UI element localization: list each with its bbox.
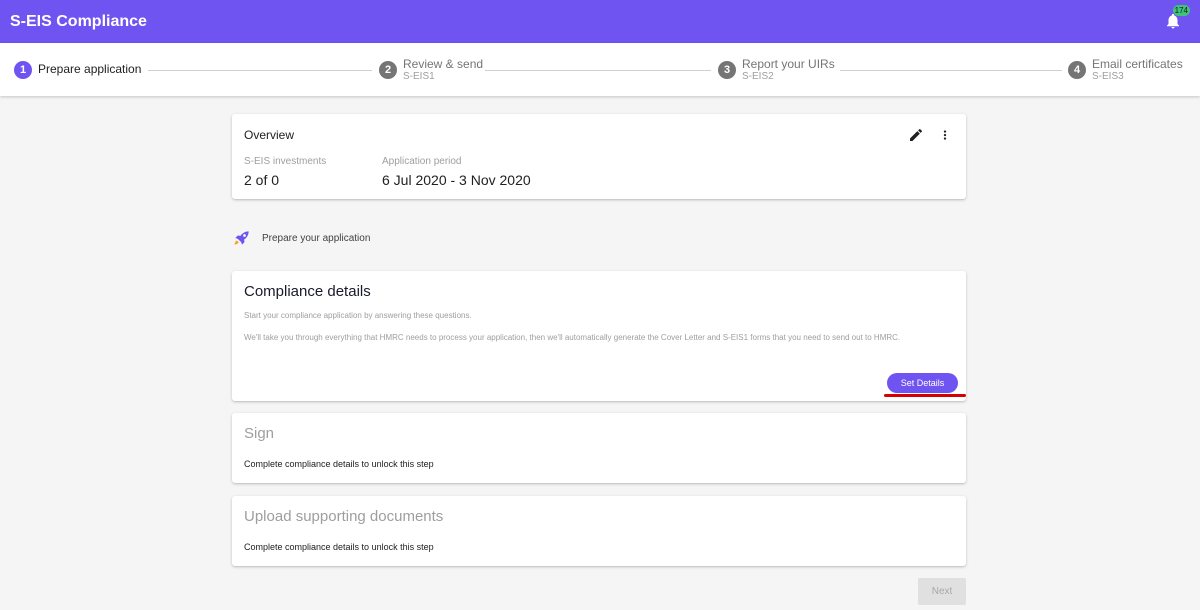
investments-value: 2 of 0: [244, 172, 280, 188]
step-sublabel: S-EIS1: [403, 70, 435, 82]
rocket-icon: [232, 228, 252, 248]
sign-card: Sign Complete compliance details to unlo…: [232, 413, 966, 483]
compliance-description-text: We'll take you through everything that H…: [244, 333, 901, 342]
step-number: 2: [379, 60, 397, 79]
step-connector: [840, 70, 1062, 71]
overview-card: Overview S-EIS investments 2 of 0 Applic…: [232, 114, 966, 199]
step-connector: [148, 70, 372, 71]
period-value: 6 Jul 2020 - 3 Nov 2020: [382, 172, 531, 188]
more-vert-icon[interactable]: [938, 126, 952, 144]
app-bar: S-EIS Compliance 174: [0, 0, 1200, 43]
step-label: Prepare application: [38, 62, 142, 76]
step-connector: [485, 70, 711, 71]
next-button[interactable]: Next: [918, 578, 966, 605]
step-sublabel: S-EIS3: [1092, 70, 1124, 82]
upload-locked-text: Complete compliance details to unlock th…: [244, 542, 434, 552]
step-prepare-application[interactable]: 1 Prepare application: [14, 43, 141, 96]
step-label: Report your UIRs: [742, 56, 835, 71]
compliance-intro-text: Start your compliance application by ans…: [244, 311, 472, 320]
step-number: 4: [1068, 60, 1086, 79]
highlight-underline: [884, 394, 966, 397]
upload-heading: Upload supporting documents: [244, 508, 444, 525]
prepare-section-header: Prepare your application: [232, 228, 370, 248]
sign-locked-text: Complete compliance details to unlock th…: [244, 459, 434, 469]
step-review-send[interactable]: 2 Review & send S-EIS1: [379, 43, 483, 96]
step-number: 1: [14, 60, 32, 79]
step-label: Review & send: [403, 56, 484, 71]
progress-stepper: 1 Prepare application 2 Review & send S-…: [0, 43, 1200, 96]
investments-label: S-EIS investments: [244, 156, 327, 167]
step-number: 3: [718, 60, 736, 79]
app-title: S-EIS Compliance: [10, 12, 147, 30]
upload-documents-card: Upload supporting documents Complete com…: [232, 496, 966, 566]
sign-heading: Sign: [244, 425, 275, 442]
step-sublabel: S-EIS2: [742, 70, 774, 82]
step-email-certificates[interactable]: 4 Email certificates S-EIS3: [1068, 43, 1183, 96]
overview-title: Overview: [244, 128, 295, 142]
compliance-details-card: Compliance details Start your compliance…: [232, 271, 966, 401]
period-label: Application period: [382, 156, 462, 167]
compliance-heading: Compliance details: [244, 283, 371, 300]
step-label: Email certificates: [1092, 56, 1183, 71]
pencil-icon[interactable]: [908, 127, 924, 143]
notification-badge: 174: [1172, 5, 1190, 16]
prepare-text: Prepare your application: [262, 232, 371, 244]
set-details-button[interactable]: Set Details: [887, 373, 958, 393]
step-report-uirs[interactable]: 3 Report your UIRs S-EIS2: [718, 43, 835, 96]
